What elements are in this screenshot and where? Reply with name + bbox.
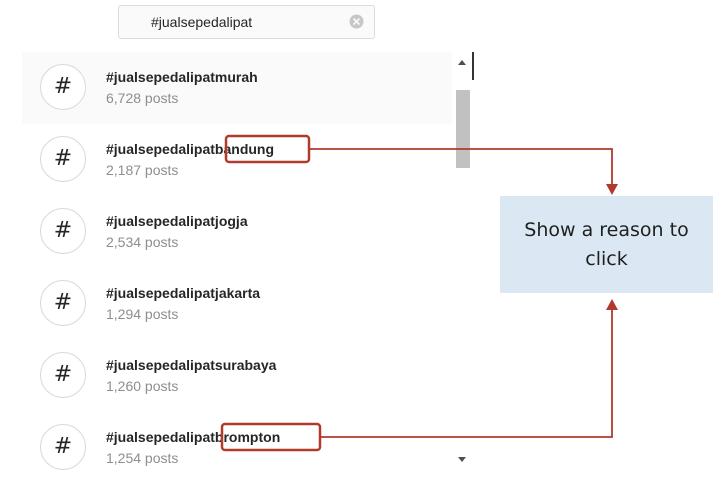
annotation-callout: Show a reason to click — [500, 196, 713, 293]
connector-line-top — [309, 148, 613, 186]
connector-line-bottom — [320, 308, 613, 438]
arrow-down-icon — [606, 184, 618, 195]
highlight-box-brompton — [220, 422, 322, 452]
arrow-up-icon — [606, 299, 618, 310]
callout-text: Show a reason to click — [524, 218, 689, 270]
highlight-box-bandung — [224, 134, 311, 164]
